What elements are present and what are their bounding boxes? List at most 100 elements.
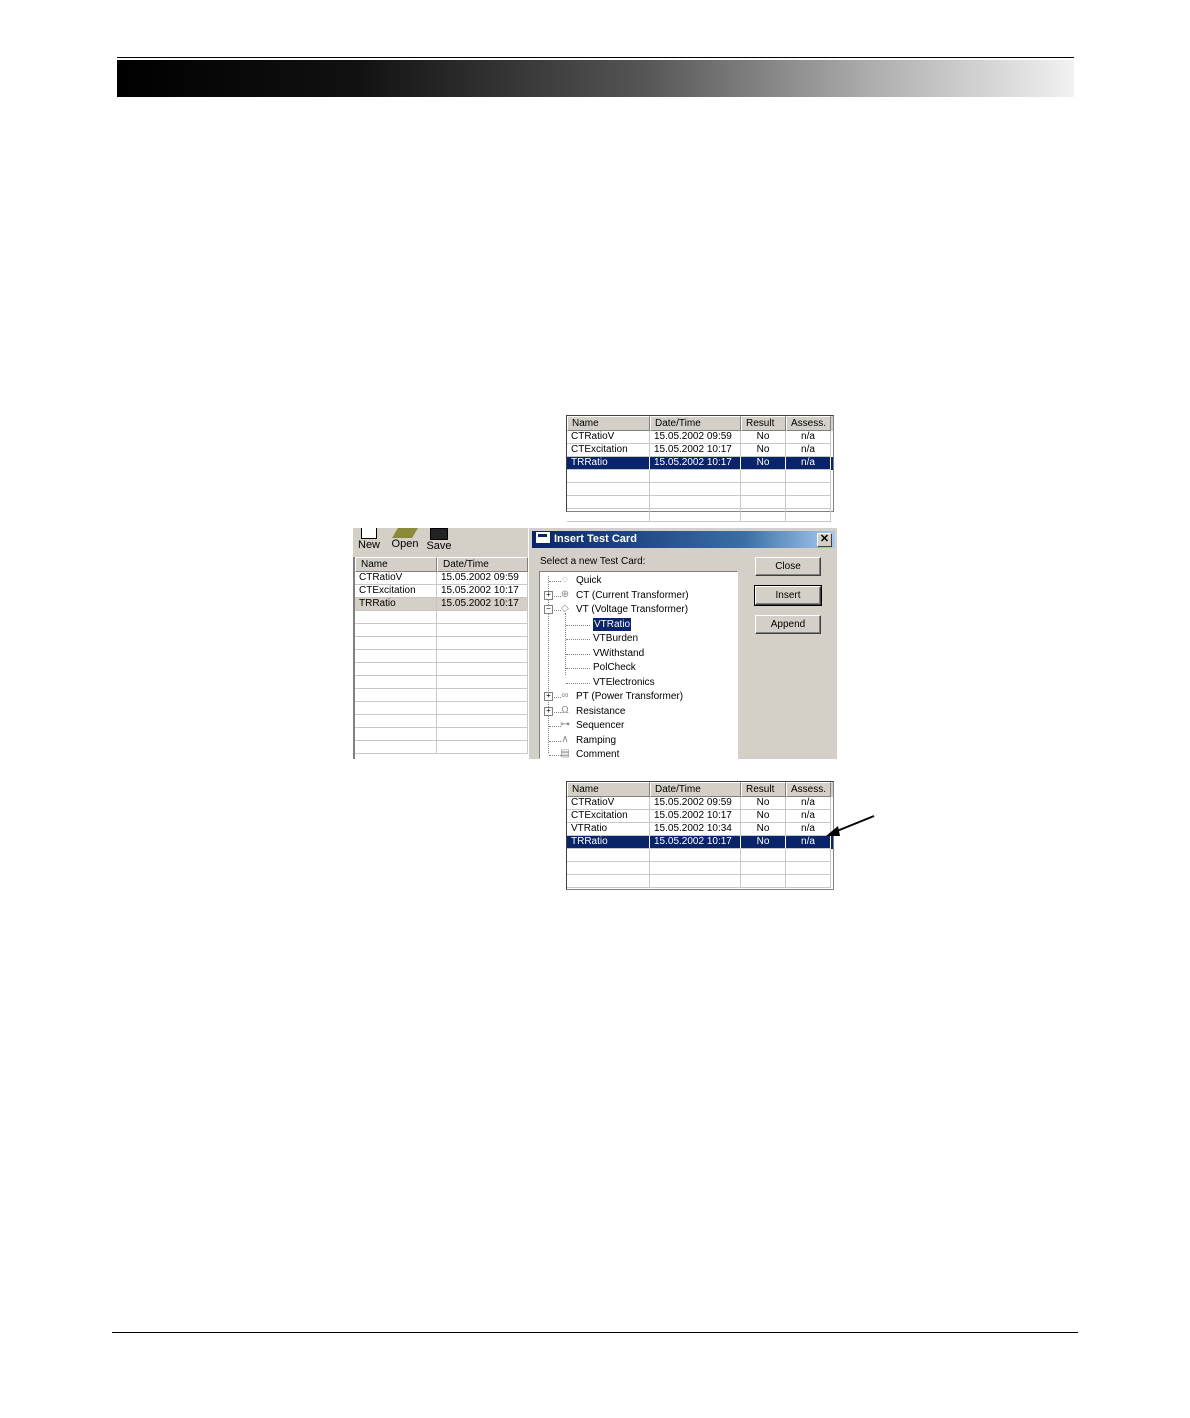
tree-item[interactable]: ▤ Comment (540, 748, 735, 759)
table-cell (437, 741, 528, 754)
tree-item[interactable]: VTBurden (540, 632, 735, 645)
new-document-icon (361, 528, 377, 539)
tree-item[interactable]: ⊶ Sequencer (540, 719, 735, 732)
open-button[interactable]: Open (391, 528, 419, 550)
table-row[interactable]: CTExcitation 15.05.2002 10:17 (355, 585, 528, 598)
footer-rule (112, 1332, 1078, 1333)
empty-row (567, 496, 833, 509)
tree-item[interactable]: + ∞ PT (Power Transformer) (540, 690, 735, 703)
table-cell: 15.05.2002 10:34 (650, 823, 741, 836)
save-button[interactable]: Save (425, 528, 453, 552)
expand-icon[interactable]: + (544, 692, 553, 701)
table-cell: No (741, 457, 786, 470)
column-header-result[interactable]: Result (741, 416, 786, 431)
list-header: Name Date/Time Result Assess. (567, 782, 833, 797)
table-cell (437, 728, 528, 741)
test-card-tree[interactable]: ◌ Quick + ⊕ CT (Current Transformer) − ◇ VT (Vo… (539, 571, 738, 759)
save-disk-icon (430, 528, 448, 540)
table-cell: CTExcitation (567, 444, 650, 457)
table-row[interactable]: CTExcitation 15.05.2002 10:17 No n/a (567, 444, 833, 457)
tree-item[interactable]: VTElectronics (540, 676, 735, 689)
empty-row (567, 470, 833, 483)
empty-row (567, 509, 833, 522)
table-cell (786, 509, 831, 522)
table-row[interactable]: CTRatioV 15.05.2002 09:59 No n/a (567, 431, 833, 444)
table-cell (355, 741, 437, 754)
table-cell: 15.05.2002 10:17 (437, 598, 528, 611)
table-cell: 15.05.2002 10:17 (650, 810, 741, 823)
tree-item[interactable]: + ⊕ CT (Current Transformer) (540, 589, 735, 602)
collapse-icon[interactable]: − (544, 605, 553, 614)
table-cell: No (741, 797, 786, 810)
table-cell (437, 702, 528, 715)
column-header-name[interactable]: Name (567, 782, 650, 797)
tree-item-label: VTRatio (591, 616, 633, 632)
vt-icon: ◇ (561, 603, 569, 614)
table-row[interactable]: VTRatio 15.05.2002 10:34 No n/a (567, 823, 833, 836)
empty-row (355, 702, 528, 715)
table-cell (355, 689, 437, 702)
column-header-assess[interactable]: Assess. (786, 782, 831, 797)
tree-item[interactable]: PolCheck (540, 661, 735, 674)
list-header: Name Date/Time (355, 557, 528, 572)
new-button-label: New (358, 539, 381, 551)
insert-button[interactable]: Insert (754, 585, 822, 606)
tree-item-label: Quick (576, 575, 602, 586)
close-button[interactable]: Close (755, 557, 821, 576)
empty-row (355, 650, 528, 663)
table-row[interactable]: TRRatio 15.05.2002 10:17 No n/a (567, 836, 833, 849)
tree-item[interactable]: − ◇ VT (Voltage Transformer) (540, 603, 735, 616)
tree-item[interactable]: VWithstand (540, 647, 735, 660)
tree-item-label: Ramping (576, 734, 617, 746)
tree-item[interactable]: VTRatio (540, 616, 735, 632)
expand-icon[interactable]: + (544, 590, 553, 600)
table-cell (437, 676, 528, 689)
column-header-datetime[interactable]: Date/Time (437, 557, 528, 572)
list-rows: CTRatioV 15.05.2002 09:59 No n/a CTExcitatio… (567, 797, 833, 888)
close-icon[interactable]: ✕ (817, 533, 832, 547)
table-cell: CTExcitation (355, 585, 437, 598)
table-cell (355, 676, 437, 689)
empty-row (355, 624, 528, 637)
expand-icon[interactable]: + (544, 706, 553, 716)
column-header-name[interactable]: Name (355, 557, 437, 572)
empty-row (355, 611, 528, 624)
dialog-title-bar: Insert Test Card ✕ (532, 531, 835, 548)
column-header-datetime[interactable]: Date/Time (650, 782, 741, 797)
table-row[interactable]: TRRatio 15.05.2002 10:17 (355, 598, 528, 611)
table-row[interactable]: CTRatioV 15.05.2002 09:59 No n/a (567, 797, 833, 810)
table-row[interactable]: TRRatio 15.05.2002 10:17 No n/a (567, 457, 833, 470)
table-cell (355, 624, 437, 637)
table-cell (355, 728, 437, 741)
table-cell: 15.05.2002 10:17 (650, 836, 741, 849)
tree-item[interactable]: + Ω Resistance (540, 705, 735, 718)
column-header-result[interactable]: Result (741, 782, 786, 797)
table-cell (650, 496, 741, 509)
table-cell (786, 470, 831, 483)
pt-icon: ∞ (561, 690, 569, 701)
column-header-assess[interactable]: Assess. (786, 416, 831, 431)
table-cell: n/a (786, 431, 831, 444)
table-cell: 15.05.2002 10:17 (437, 585, 528, 598)
tree-connector (566, 668, 590, 669)
table-row[interactable]: CTRatioV 15.05.2002 09:59 (355, 572, 528, 585)
table-cell: CTRatioV (355, 572, 437, 585)
column-header-datetime[interactable]: Date/Time (650, 416, 741, 431)
new-button[interactable]: New (358, 528, 380, 551)
table-cell (567, 509, 650, 522)
append-button[interactable]: Append (755, 615, 821, 634)
callout-arrow-icon (826, 815, 875, 836)
table-cell: CTExcitation (567, 810, 650, 823)
table-cell (741, 470, 786, 483)
table-cell (355, 611, 437, 624)
column-header-name[interactable]: Name (567, 416, 650, 431)
tree-item[interactable]: ◌ Quick (540, 574, 735, 587)
table-row[interactable]: CTExcitation 15.05.2002 10:17 No n/a (567, 810, 833, 823)
comment-icon: ▤ (560, 748, 570, 759)
empty-row (567, 875, 833, 888)
tree-item[interactable]: ∧ Ramping (540, 734, 735, 747)
empty-row (355, 663, 528, 676)
table-cell (437, 663, 528, 676)
table-cell (567, 496, 650, 509)
table-cell: n/a (786, 444, 831, 457)
